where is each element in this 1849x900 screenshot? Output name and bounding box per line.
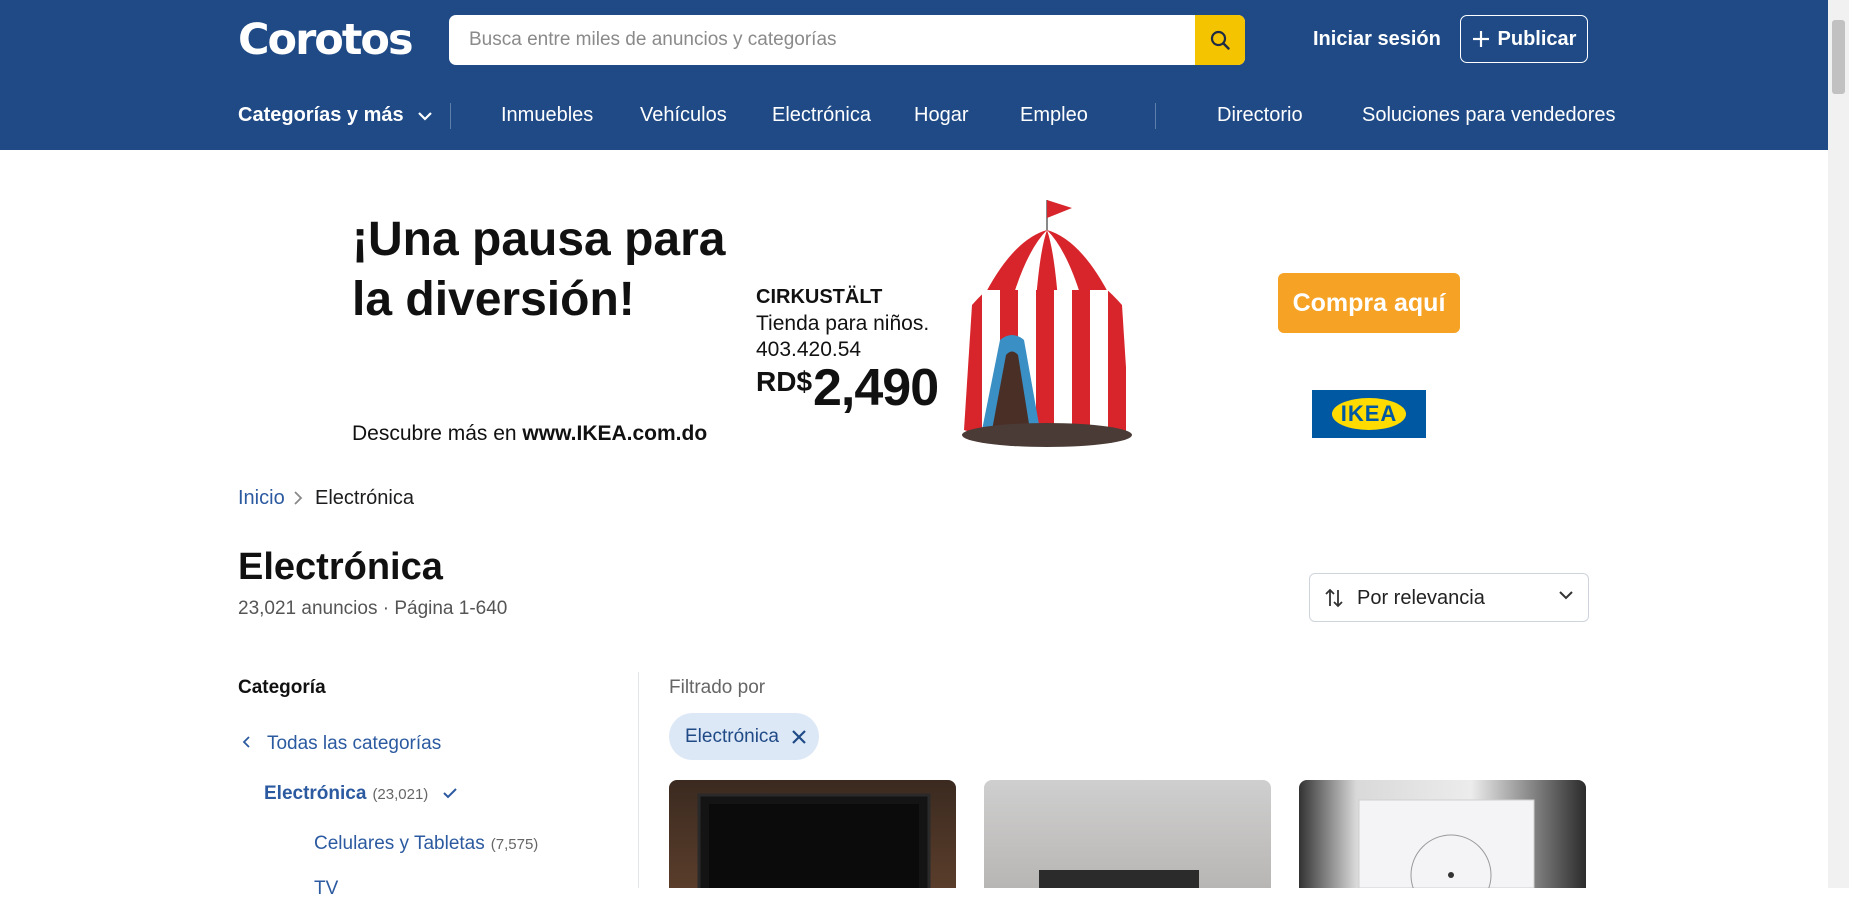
sidebar-item-celulares[interactable]: Celulares y Tabletas (7,575) bbox=[314, 833, 538, 855]
search-icon bbox=[1210, 30, 1230, 50]
content-divider bbox=[638, 672, 639, 888]
sidebar-item-count: (7,575) bbox=[490, 836, 539, 853]
results-count: 23,021 anuncios · Página 1-640 bbox=[238, 598, 508, 619]
sidebar-all-categories[interactable]: Todas las categorías bbox=[242, 733, 441, 755]
nav-item-directorio[interactable]: Directorio bbox=[1217, 104, 1303, 127]
nav-item-inmuebles[interactable]: Inmuebles bbox=[501, 104, 593, 127]
active-filter-chip[interactable]: Electrónica bbox=[669, 713, 819, 760]
banner-fineprint bbox=[1482, 214, 1490, 294]
nav-divider bbox=[1155, 103, 1156, 129]
banner-cta-button[interactable]: Compra aquí bbox=[1278, 273, 1460, 333]
ikea-banner-ad[interactable]: ¡Una pausa para la diversión! Descubre m… bbox=[312, 180, 1494, 478]
search-button[interactable] bbox=[1195, 15, 1245, 65]
page-title: Electrónica bbox=[238, 546, 443, 588]
banner-headline-line2: la diversión! bbox=[352, 273, 635, 326]
chevron-down-icon bbox=[418, 112, 432, 121]
banner-product-name: CIRKUSTÄLT bbox=[756, 286, 883, 308]
login-link[interactable]: Iniciar sesión bbox=[1313, 28, 1441, 51]
sidebar-item-count: (23,021) bbox=[372, 786, 429, 803]
banner-product-desc: Tienda para niños. bbox=[756, 312, 930, 335]
chevron-right-icon bbox=[294, 491, 303, 505]
search-bar bbox=[449, 15, 1245, 65]
tent-image bbox=[962, 200, 1132, 447]
plus-icon bbox=[1472, 31, 1489, 47]
sidebar-item-electronica[interactable]: Electrónica (23,021) bbox=[264, 783, 458, 805]
search-input[interactable] bbox=[449, 15, 1194, 65]
ikea-logo-text: IKEA bbox=[1331, 398, 1407, 430]
listing-image bbox=[1358, 799, 1535, 888]
sidebar-all-categories-label: Todas las categorías bbox=[266, 733, 442, 754]
nav-divider bbox=[450, 103, 451, 129]
nav-item-electronica[interactable]: Electrónica bbox=[772, 104, 871, 127]
banner-headline: ¡Una pausa para la diversión! bbox=[352, 210, 725, 330]
publish-label: Publicar bbox=[1497, 27, 1577, 50]
sort-label: Por relevancia bbox=[1357, 587, 1485, 609]
banner-price: 2,490 bbox=[813, 359, 939, 417]
listing-card[interactable] bbox=[1299, 780, 1586, 888]
banner-footer-link: www.IKEA.com.do bbox=[522, 422, 708, 445]
categories-menu[interactable]: Categorías y más bbox=[238, 104, 433, 127]
banner-footer: Descubre más en www.IKEA.com.do bbox=[352, 422, 707, 446]
page-scrollbar[interactable] bbox=[1828, 0, 1849, 888]
categories-menu-label: Categorías y más bbox=[238, 104, 404, 126]
filter-chip-label: Electrónica bbox=[685, 725, 779, 747]
sidebar-item-label: TV bbox=[314, 878, 339, 899]
close-icon[interactable] bbox=[791, 729, 807, 745]
ikea-logo: IKEA bbox=[1312, 390, 1426, 438]
sort-dropdown[interactable]: Por relevancia bbox=[1309, 573, 1589, 622]
listing-image bbox=[697, 793, 931, 888]
nav-item-hogar[interactable]: Hogar bbox=[914, 104, 968, 127]
chevron-down-icon bbox=[1559, 591, 1573, 600]
breadcrumb-home[interactable]: Inicio bbox=[238, 487, 285, 510]
corotos-logo[interactable]: Corotos bbox=[238, 14, 414, 66]
listing-card[interactable] bbox=[669, 780, 956, 888]
sidebar-item-label: Celulares y Tabletas bbox=[314, 833, 485, 854]
sidebar-title: Categoría bbox=[238, 677, 326, 698]
filtered-by-label: Filtrado por bbox=[669, 677, 766, 698]
nav-item-empleo[interactable]: Empleo bbox=[1020, 104, 1088, 127]
sidebar-item-tv[interactable]: TV bbox=[314, 878, 338, 900]
listing-card[interactable] bbox=[984, 780, 1271, 888]
listing-image bbox=[1039, 870, 1199, 888]
site-header: Corotos Iniciar sesión Publicar Categorí… bbox=[0, 0, 1828, 150]
nav-item-vehiculos[interactable]: Vehículos bbox=[640, 104, 727, 127]
banner-headline-line1: ¡Una pausa para bbox=[352, 213, 726, 266]
nav-item-sellers[interactable]: Soluciones para vendedores bbox=[1362, 104, 1616, 127]
banner-footer-prefix: Descubre más en bbox=[352, 422, 523, 445]
banner-currency: RD$ bbox=[756, 366, 813, 397]
breadcrumb-current: Electrónica bbox=[315, 487, 414, 509]
check-icon bbox=[442, 788, 457, 799]
scrollbar-thumb[interactable] bbox=[1832, 20, 1845, 94]
sidebar-item-label: Electrónica bbox=[264, 783, 367, 804]
publish-button[interactable]: Publicar bbox=[1460, 15, 1588, 63]
sort-arrows-icon bbox=[1325, 588, 1343, 608]
chevron-left-icon bbox=[242, 736, 250, 748]
